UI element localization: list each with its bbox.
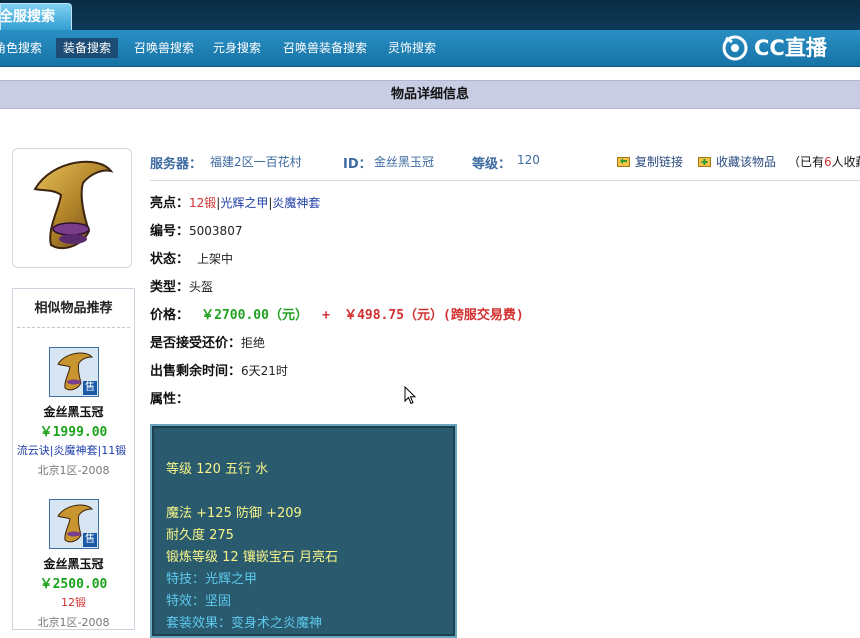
attributes-panel: 等级 120 五行 水 魔法 +125 防御 +209 耐久度 275 锻炼等级… (150, 424, 457, 638)
price-label: 价格： (150, 308, 190, 323)
attr-special-skill: 特技：光辉之甲 (166, 572, 258, 587)
level-label: 等级： (472, 157, 512, 172)
highlight-skill: 光辉之甲 (220, 196, 269, 210)
similar-item-name[interactable]: 金丝黑玉冠 (13, 403, 134, 420)
item-info-row: 服务器： 福建2区一百花村 ID： 金丝黑玉冠 等级： 120 复制链接 收藏该… (150, 150, 860, 181)
status-row: 状态： 上架中 (150, 248, 233, 267)
level-value: 120 (517, 153, 540, 167)
nav-equipment-search[interactable]: 装备搜索 (56, 38, 119, 58)
attributes-label: 属性： (150, 392, 190, 407)
attr-magic-defense: 魔法 +125 防御 +209 (166, 506, 302, 521)
similar-item-icon[interactable]: 售 (49, 499, 99, 549)
sell-badge: 售 (83, 533, 97, 547)
id-label: ID： (343, 157, 372, 172)
sell-badge: 售 (83, 381, 97, 395)
type-label: 类型： (150, 280, 190, 295)
id-value: 金丝黑玉冠 (374, 155, 435, 169)
golden-jade-crown-image (33, 160, 114, 250)
favorite-button[interactable]: 收藏该物品 (716, 153, 776, 170)
attributes-row: 属性： (150, 388, 189, 407)
similar-item-tags: 12锻 (61, 596, 86, 609)
status-label: 状态： (150, 252, 190, 267)
attr-durability: 耐久度 275 (166, 528, 234, 543)
similar-item-tags: 流云诀|炎魔神套|11锻 (16, 444, 127, 457)
cross-server-fee: ￥498.75（元）(跨服交易费) (344, 308, 524, 323)
cc-live-logo: CC直播 (720, 28, 827, 66)
similar-item-server: 北京1区-2008 (37, 464, 110, 477)
nav-summon-equip-search[interactable]: 召唤兽装备搜索 (283, 38, 367, 58)
tab-global-search[interactable]: 全服搜索 (0, 3, 72, 31)
price-value: ￥2700.00（元） (201, 308, 308, 323)
cc-logo-icon (722, 35, 748, 61)
nav-lingshi-search[interactable]: 灵饰搜索 (388, 38, 436, 58)
similar-items-panel: 相似物品推荐 售 金丝黑玉冠 ￥1999.00 流云诀|炎魔神套|11锻 北京1… (12, 288, 135, 630)
attr-level-element: 等级 120 五行 水 (166, 462, 269, 477)
top-bar: 全服搜索 (0, 0, 860, 31)
counter-offer-row: 是否接受还价：拒绝 (150, 332, 265, 351)
item-image (12, 148, 132, 268)
price-plus: + (322, 308, 330, 323)
favorite-count-text: （已有6人收藏 (788, 153, 860, 170)
server-value: 福建2区一百花村 (210, 155, 302, 169)
number-value: 5003807 (189, 224, 243, 238)
nav-yuanshen-search[interactable]: 元身搜索 (213, 38, 261, 58)
similar-item-icon[interactable]: 售 (49, 347, 99, 397)
nav-summon-search[interactable]: 召唤兽搜索 (134, 38, 194, 58)
page-title: 物品详细信息 (0, 80, 860, 109)
mouse-cursor-icon (404, 386, 417, 405)
similar-item-price: ￥2500.00 (39, 577, 108, 592)
highlight-row: 亮点：12锻|光辉之甲|炎魔神套 (150, 192, 320, 211)
price-row: 价格： ￥2700.00（元） + ￥498.75（元）(跨服交易费) (150, 304, 524, 323)
status-value: 上架中 (197, 252, 234, 266)
fav-suffix: 人收藏 (831, 155, 860, 169)
highlight-forge: 12锻 (189, 196, 217, 210)
type-value: 头盔 (189, 280, 214, 294)
list-item[interactable]: 售 金丝黑玉冠 ￥1999.00 流云诀|炎魔神套|11锻 北京1区-2008 (13, 347, 134, 477)
favorite-icon[interactable] (698, 155, 711, 167)
counter-offer-value: 拒绝 (241, 336, 266, 350)
copy-link-button[interactable]: 复制链接 (635, 153, 683, 170)
remaining-time-label: 出售剩余时间： (150, 364, 242, 379)
highlight-label: 亮点： (150, 196, 190, 211)
list-item[interactable]: 售 金丝黑玉冠 ￥2500.00 12锻 北京1区-2008 (13, 499, 134, 629)
similar-item-price: ￥1999.00 (39, 425, 108, 440)
number-label: 编号： (150, 224, 190, 239)
fav-count: 6 (824, 155, 832, 169)
nav-role-search[interactable]: 角色搜索 (0, 38, 42, 58)
counter-offer-label: 是否接受还价： (150, 336, 242, 351)
remaining-time-value: 6天21时 (241, 364, 288, 378)
attr-special-effect: 特效：坚固 (166, 594, 232, 609)
attr-set-effect: 套装效果：变身术之炎魔神 (166, 616, 323, 631)
attr-forge-gem: 锻炼等级 12 镶嵌宝石 月亮石 (166, 550, 338, 565)
fav-prefix: （已有 (788, 155, 825, 169)
remaining-time-row: 出售剩余时间：6天21时 (150, 360, 288, 379)
highlight-set: 炎魔神套 (272, 196, 321, 210)
number-row: 编号：5003807 (150, 220, 242, 239)
similar-items-title: 相似物品推荐 (17, 289, 130, 328)
similar-item-server: 北京1区-2008 (37, 616, 110, 629)
server-label: 服务器： (150, 157, 203, 172)
logo-text: CC直播 (754, 36, 827, 60)
copy-link-icon[interactable] (617, 155, 630, 167)
similar-item-name[interactable]: 金丝黑玉冠 (13, 555, 134, 572)
type-row: 类型：头盔 (150, 276, 213, 295)
